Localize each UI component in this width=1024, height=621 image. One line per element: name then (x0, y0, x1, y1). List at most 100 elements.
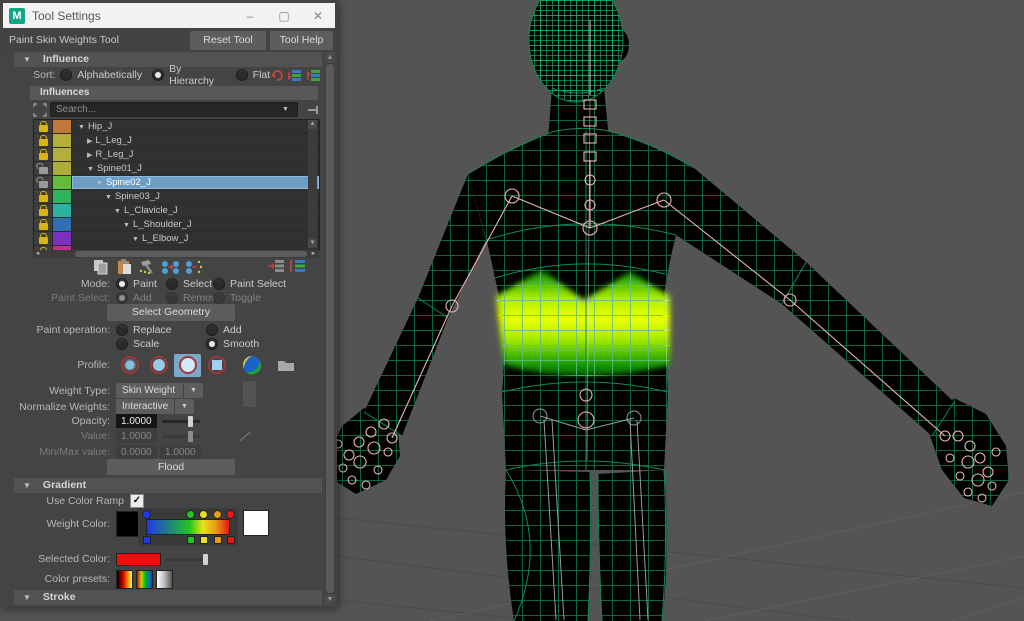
selected-color-slider[interactable] (165, 553, 209, 566)
lock-icon[interactable] (39, 153, 48, 160)
square-brush-icon[interactable] (203, 354, 230, 377)
influence-row[interactable]: ▼Hip_J (34, 120, 319, 133)
opacity-input[interactable]: 1.0000 (116, 414, 157, 428)
influence-row[interactable]: ▼Spine01_J (34, 162, 319, 175)
list-scroll-down-icon[interactable]: ▼ (308, 239, 317, 248)
ramp-gradient-bar[interactable] (146, 519, 230, 535)
ramp-stop-handle[interactable] (213, 510, 222, 519)
maximize-button[interactable]: ▢ (267, 9, 301, 23)
radio-icon[interactable] (116, 278, 128, 290)
hscroll-thumb[interactable] (75, 251, 307, 257)
preset-rgb-rainbow[interactable] (136, 570, 153, 589)
pin-icon[interactable] (306, 104, 320, 117)
dropdown-arrow-icon[interactable]: ▼ (184, 383, 203, 398)
radio-icon[interactable] (213, 278, 225, 290)
weight-color-ramp[interactable] (138, 508, 238, 546)
slider-handle[interactable] (203, 554, 208, 565)
sort-alphabetically-option[interactable]: Alphabetically (60, 69, 142, 81)
medium-brush-icon[interactable] (145, 354, 172, 377)
minimize-button[interactable]: – (233, 9, 267, 23)
lock-icon[interactable] (39, 209, 48, 216)
preset-grayscale[interactable] (156, 570, 173, 589)
weight-color-right-swatch[interactable] (243, 510, 269, 536)
slider-handle[interactable] (188, 416, 193, 427)
lock-icon[interactable] (39, 223, 48, 230)
influence-row-selected[interactable]: ▼Spine02_J (34, 176, 319, 189)
scroll-up-icon[interactable]: ▲ (325, 52, 335, 63)
copy-weights-icon[interactable] (92, 259, 109, 275)
list-scroll-up-icon[interactable]: ▲ (308, 120, 317, 129)
show-influence-icon[interactable] (184, 259, 203, 275)
ramp-stop-handle[interactable] (142, 510, 151, 519)
invert-order-icon[interactable] (270, 69, 284, 82)
stroke-section-header[interactable]: ▼ Stroke (14, 590, 322, 605)
radio-icon[interactable] (206, 324, 218, 336)
select-brackets-icon[interactable] (33, 103, 47, 117)
opacity-slider[interactable] (162, 415, 200, 428)
mode-paint-select-option[interactable]: Paint Select (213, 278, 286, 290)
title-bar[interactable]: M Tool Settings – ▢ ✕ (3, 3, 335, 28)
use-color-ramp-checkbox[interactable]: ✓ (130, 494, 144, 508)
expand-icon[interactable]: ▼ (78, 124, 85, 131)
flood-button[interactable]: Flood (107, 459, 235, 475)
expand-icon[interactable]: ▶ (87, 138, 92, 145)
collapse-arrow-icon[interactable]: ▼ (14, 52, 40, 67)
sort-list-up-icon[interactable] (307, 69, 322, 82)
radio-icon[interactable] (166, 278, 178, 290)
list-scrollbar[interactable]: ▲ ▼ (308, 120, 317, 248)
search-input[interactable] (50, 102, 298, 117)
ramp-stop-delete[interactable] (187, 536, 195, 544)
influences-list[interactable]: ▼Hip_J ▶L_Leg_J ▶R_Leg_J ▼Spine01_J ▼Spi… (33, 119, 320, 251)
panel-scrollbar[interactable]: ▲ ▼ (325, 52, 335, 605)
list-hscrollbar[interactable]: ◄ ► (33, 250, 318, 258)
ramp-sphere-icon[interactable] (238, 354, 265, 377)
influence-row[interactable]: ▶R_Leg_J (34, 148, 319, 161)
collapse-arrow-icon[interactable]: ▼ (14, 590, 40, 605)
close-button[interactable]: ✕ (301, 9, 335, 23)
unlock-icon[interactable] (39, 167, 48, 174)
radio-icon[interactable] (206, 338, 218, 350)
expand-icon[interactable]: ▼ (96, 180, 103, 187)
influence-row[interactable]: ▼L_Clavicle_J (34, 204, 319, 217)
ramp-insert-icon[interactable] (268, 259, 285, 273)
ramp-stop-delete[interactable] (214, 536, 222, 544)
influence-row[interactable]: ▼Spine03_J (34, 190, 319, 203)
radio-icon[interactable] (236, 69, 248, 81)
sort-list-down-icon[interactable] (288, 69, 303, 82)
scrollbar-thumb[interactable] (326, 64, 334, 593)
tool-help-button[interactable]: Tool Help (270, 31, 333, 50)
radio-icon[interactable] (152, 69, 164, 81)
hscroll-right-icon[interactable]: ► (309, 250, 318, 258)
expand-icon[interactable]: ▶ (87, 152, 92, 159)
soft-brush-icon[interactable] (116, 354, 143, 377)
influence-row[interactable]: ▼L_Elbow_J (34, 232, 319, 245)
sort-by-hierarchy-option[interactable]: By Hierarchy (152, 63, 226, 87)
paint-op-replace-option[interactable]: Replace (116, 324, 206, 336)
lock-icon[interactable] (39, 237, 48, 244)
hscroll-left-icon[interactable]: ◄ (33, 250, 42, 258)
ramp-stop-handle[interactable] (226, 510, 235, 519)
expand-icon[interactable]: ▼ (105, 194, 112, 201)
lock-icon[interactable] (39, 125, 48, 132)
ramp-stop-handle[interactable] (186, 510, 195, 519)
influence-row[interactable]: ▶L_Leg_J (34, 134, 319, 147)
paint-op-smooth-option[interactable]: Smooth (206, 338, 259, 350)
expand-icon[interactable]: ▼ (123, 222, 130, 229)
lock-icon[interactable] (39, 139, 48, 146)
paint-op-scale-option[interactable]: Scale (116, 338, 206, 350)
ramp-stop-delete[interactable] (200, 536, 208, 544)
collapse-arrow-icon[interactable]: ▼ (14, 478, 40, 493)
radio-icon[interactable] (60, 69, 72, 81)
ramp-list-icon[interactable] (289, 259, 306, 273)
expand-icon[interactable]: ▼ (114, 208, 121, 215)
influence-row[interactable]: ▼L_Shoulder_J (34, 218, 319, 231)
mode-select-option[interactable]: Select (166, 278, 213, 290)
ramp-stop-handle[interactable] (199, 510, 208, 519)
normalize-weights-dropdown[interactable]: Interactive (116, 399, 174, 414)
reset-tool-button[interactable]: Reset Tool (190, 31, 266, 50)
scroll-down-icon[interactable]: ▼ (325, 594, 335, 605)
paste-weights-icon[interactable] (116, 259, 132, 275)
search-dropdown-icon[interactable]: ▼ (282, 106, 289, 113)
unlock-icon[interactable] (39, 181, 48, 188)
radio-icon[interactable] (116, 324, 128, 336)
